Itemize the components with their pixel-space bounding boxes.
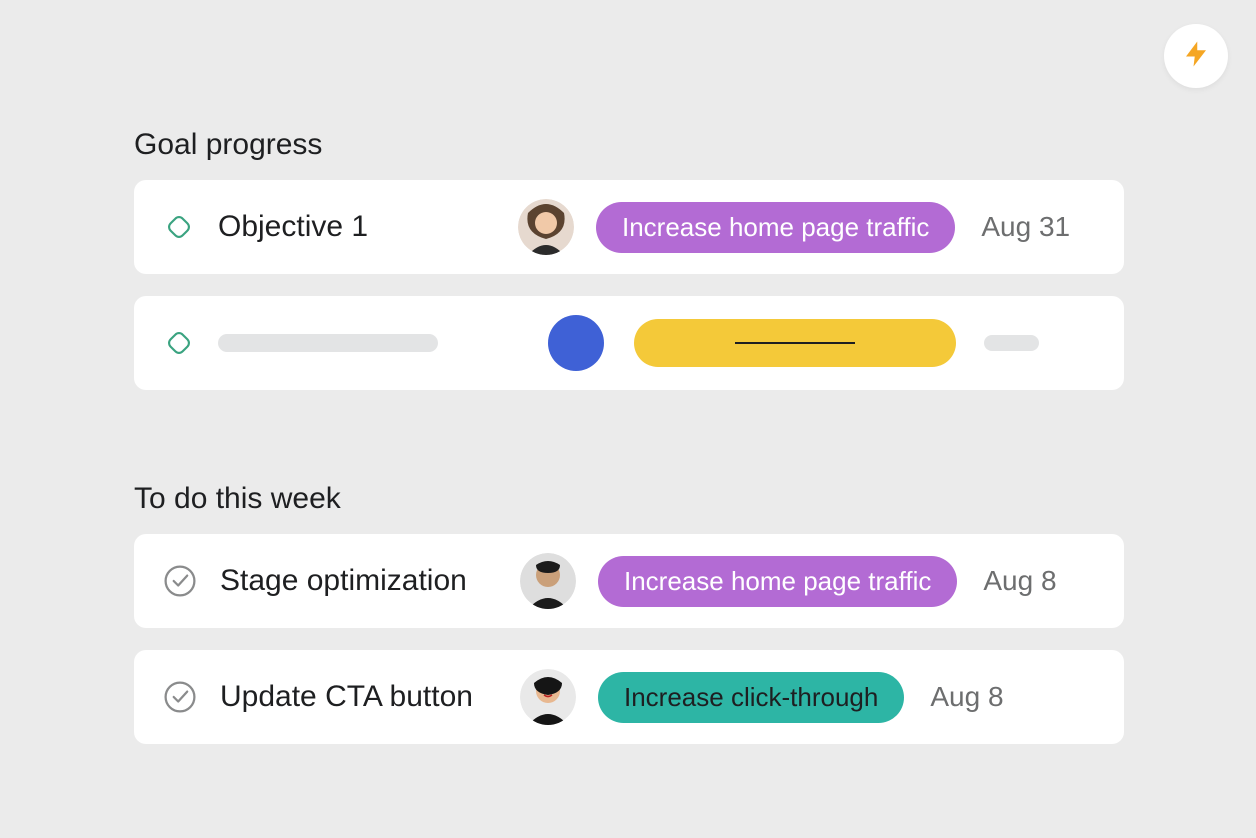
skeleton-date	[984, 335, 1039, 351]
lightning-icon	[1181, 39, 1211, 74]
tag-pill[interactable]: Increase click-through	[598, 672, 904, 723]
todo-item[interactable]: Update CTA button Increase click-through…	[134, 650, 1124, 744]
goal-item-skeleton	[134, 296, 1124, 390]
goal-item-title: Objective 1	[218, 210, 518, 244]
avatar[interactable]	[520, 553, 576, 609]
todo-item[interactable]: Stage optimization Increase home page tr…	[134, 534, 1124, 628]
section-title-goal-progress: Goal progress	[134, 128, 1124, 162]
diamond-icon	[162, 210, 196, 244]
skeleton-avatar	[548, 315, 604, 371]
todo-item-title: Update CTA button	[220, 680, 520, 714]
due-date: Aug 8	[983, 565, 1056, 597]
goal-item[interactable]: Objective 1 Increase home page traffic A…	[134, 180, 1124, 274]
skeleton-title	[218, 334, 438, 352]
check-circle-icon[interactable]	[162, 563, 198, 599]
due-date: Aug 8	[930, 681, 1003, 713]
avatar[interactable]	[520, 669, 576, 725]
todo-item-title: Stage optimization	[220, 564, 520, 598]
skeleton-tag	[634, 319, 956, 367]
check-circle-icon[interactable]	[162, 679, 198, 715]
dashboard-content: Goal progress Objective 1 Increase home …	[134, 128, 1124, 766]
diamond-icon	[162, 326, 196, 360]
section-title-todo-week: To do this week	[134, 482, 1124, 516]
due-date: Aug 31	[981, 211, 1070, 243]
avatar[interactable]	[518, 199, 574, 255]
lightning-fab[interactable]	[1164, 24, 1228, 88]
tag-pill[interactable]: Increase home page traffic	[598, 556, 957, 607]
tag-pill[interactable]: Increase home page traffic	[596, 202, 955, 253]
